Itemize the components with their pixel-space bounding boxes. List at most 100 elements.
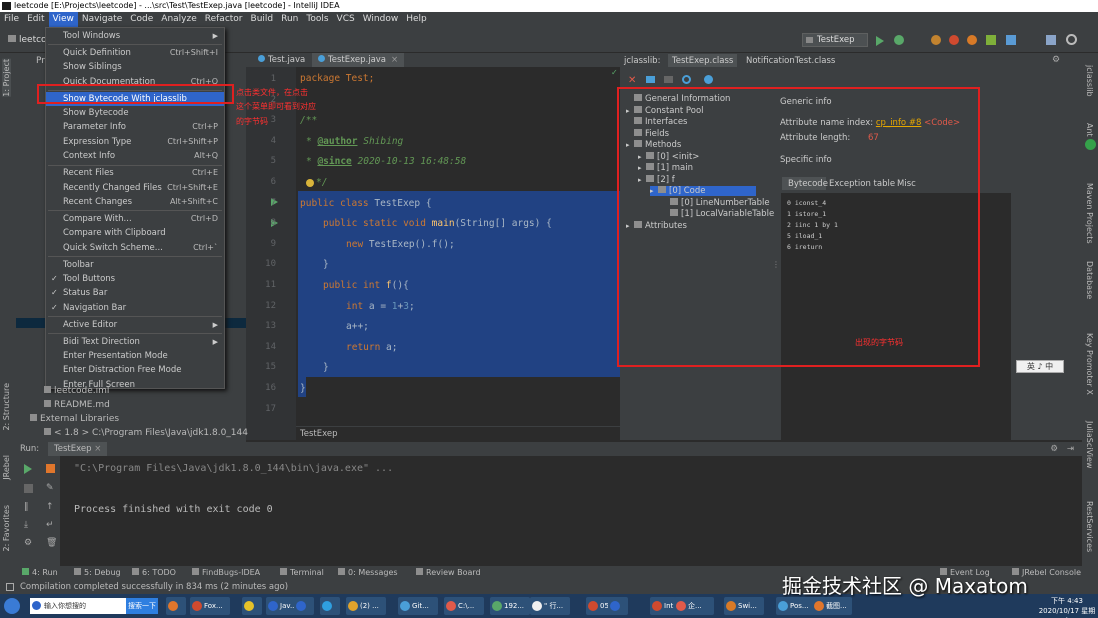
menu-run[interactable]: Run: [277, 12, 302, 27]
view-menu-item-9[interactable]: Recent Files Ctrl+E: [46, 166, 224, 180]
delete-icon[interactable]: 🗑: [46, 538, 57, 548]
ant-tool-button[interactable]: Ant: [1085, 123, 1094, 137]
close-icon[interactable]: ×: [391, 55, 398, 65]
back-icon[interactable]: [646, 76, 655, 83]
view-menu-item-22[interactable]: Enter Distraction Free Mode: [46, 363, 224, 377]
restore-icon[interactable]: ⤓: [24, 520, 28, 530]
breadcrumb[interactable]: TestExep: [296, 426, 620, 440]
wrap-icon[interactable]: ↵: [46, 520, 54, 530]
tab-test-java[interactable]: Test.java: [252, 53, 311, 67]
view-menu-item-12[interactable]: Compare With... Ctrl+D: [46, 212, 224, 226]
menu-file[interactable]: File: [0, 12, 23, 27]
close-icon[interactable]: ×: [94, 444, 101, 454]
view-menu-item-0[interactable]: Tool Windows ▶: [46, 29, 224, 43]
taskbar-item[interactable]: Swi...: [724, 597, 764, 615]
menu-view[interactable]: View: [48, 12, 78, 27]
start-icon[interactable]: [4, 598, 20, 614]
project-tree-item[interactable]: < 1.8 > C:\Program Files\Java\jdk1.8.0_1…: [44, 428, 248, 438]
view-menu-item-21[interactable]: Enter Presentation Mode: [46, 349, 224, 363]
close-icon[interactable]: ✕: [628, 75, 636, 86]
bottom-tab-5[interactable]: 0: Messages: [338, 566, 398, 580]
menu-help[interactable]: Help: [402, 12, 431, 27]
taskbar-item[interactable]: (2) ...: [346, 597, 386, 615]
view-menu-item-13[interactable]: Compare with Clipboard: [46, 226, 224, 240]
ime-widget[interactable]: 英 ♪ 中: [1016, 360, 1064, 373]
julia-tool-button[interactable]: JuliaSciView: [1085, 421, 1094, 468]
jrebel-icon[interactable]: [967, 35, 977, 45]
menu-analyze[interactable]: Analyze: [157, 12, 200, 27]
pause-icon[interactable]: ‖: [24, 502, 29, 512]
menu-build[interactable]: Build: [247, 12, 278, 27]
taskbar-item[interactable]: 截图...: [812, 597, 852, 615]
search-button[interactable]: 搜索一下: [126, 598, 158, 614]
database-tool-button[interactable]: Database: [1085, 261, 1094, 299]
debug-icon[interactable]: [894, 35, 904, 45]
project-nav[interactable]: leetco: [8, 35, 47, 45]
view-menu-item-5[interactable]: Show Bytecode: [46, 106, 224, 120]
pin-icon[interactable]: ✎: [46, 483, 54, 493]
view-menu-item-11[interactable]: Recent Changes Alt+Shift+C: [46, 195, 224, 209]
view-menu-item-18[interactable]: Navigation Bar ✓: [46, 301, 224, 315]
view-menu-item-14[interactable]: Quick Switch Scheme... Ctrl+`: [46, 241, 224, 255]
key-promoter-tool-button[interactable]: Key Promoter X: [1085, 333, 1094, 395]
menu-navigate[interactable]: Navigate: [78, 12, 126, 27]
bottom-tab-6[interactable]: Review Board: [416, 566, 481, 580]
jclasslib-tool-button[interactable]: jclasslib: [1085, 65, 1094, 97]
taskbar-item[interactable]: " 行...: [530, 597, 570, 615]
view-menu-item-17[interactable]: Status Bar ✓: [46, 286, 224, 300]
view-menu-item-16[interactable]: Tool Buttons ✓: [46, 272, 224, 286]
menu-edit[interactable]: Edit: [23, 12, 48, 27]
layout-icon[interactable]: [1046, 35, 1056, 45]
maven-tool-button[interactable]: Maven Projects: [1085, 183, 1094, 244]
stop-icon[interactable]: [24, 484, 33, 493]
taskbar-item[interactable]: [608, 597, 628, 615]
web-icon[interactable]: [704, 75, 713, 84]
taskbar-item[interactable]: Git...: [398, 597, 438, 615]
view-menu-item-19[interactable]: Active Editor ▶: [46, 318, 224, 332]
view-menu-item-8[interactable]: Context Info Alt+Q: [46, 149, 224, 163]
profile-icon[interactable]: [949, 35, 959, 45]
taskbar-item[interactable]: [166, 597, 186, 615]
gear-icon[interactable]: ⚙: [1050, 442, 1058, 456]
jrebel-tool-button[interactable]: JRebel: [2, 455, 11, 480]
scroll-up-icon[interactable]: ↑: [46, 502, 54, 512]
jrebel-rerun-icon[interactable]: [46, 464, 55, 473]
clock[interactable]: 下午 4:43 2020/10/17 星期六: [1036, 596, 1098, 618]
tab-testexep-java[interactable]: TestExep.java ×: [312, 53, 405, 67]
menu-tools[interactable]: Tools: [302, 12, 332, 27]
view-menu-item-1[interactable]: Quick Definition Ctrl+Shift+I: [46, 46, 224, 60]
refresh-icon[interactable]: [682, 75, 691, 84]
taskbar-item[interactable]: 192...: [490, 597, 530, 615]
search-icon[interactable]: [1066, 34, 1077, 45]
structure-tool-button[interactable]: 2: Structure: [2, 383, 11, 431]
taskbar-item[interactable]: [242, 597, 262, 615]
favorites-tool-button[interactable]: 2: Favorites: [2, 505, 11, 551]
project-tree-item[interactable]: README.md: [44, 400, 110, 410]
bottom-tab-3[interactable]: FindBugs-IDEA: [192, 566, 260, 580]
settings-icon[interactable]: ⚙: [24, 538, 32, 548]
taskbar-item[interactable]: Fox...: [190, 597, 230, 615]
menu-refactor[interactable]: Refactor: [201, 12, 247, 27]
bottom-tab-0[interactable]: 4: Run: [22, 566, 58, 580]
menu-vcs[interactable]: VCS: [333, 12, 359, 27]
hide-icon[interactable]: ⇥: [1067, 442, 1074, 456]
taskbar-item[interactable]: 企...: [674, 597, 714, 615]
view-menu-item-20[interactable]: Bidi Text Direction ▶: [46, 335, 224, 349]
bottom-tab-1[interactable]: 5: Debug: [74, 566, 121, 580]
run-icon[interactable]: [876, 36, 884, 46]
menu-window[interactable]: Window: [359, 12, 403, 27]
build-icon[interactable]: [986, 35, 996, 45]
update-icon[interactable]: [1006, 35, 1016, 45]
menu-code[interactable]: Code: [126, 12, 157, 27]
gear-icon[interactable]: ⚙: [1052, 55, 1060, 65]
lightbulb-icon[interactable]: [306, 179, 314, 187]
rerun-icon[interactable]: [24, 464, 32, 474]
project-tool-button[interactable]: 1: Project: [2, 59, 11, 97]
project-tree-item[interactable]: leetcode.iml: [44, 386, 109, 396]
forward-icon[interactable]: [664, 76, 673, 83]
bottom-tab-2[interactable]: 6: TODO: [132, 566, 176, 580]
search-input[interactable]: 输入你想搜的: [30, 598, 126, 614]
coverage-icon[interactable]: [931, 35, 941, 45]
taskbar-item[interactable]: Pos...: [776, 597, 816, 615]
view-menu-item-15[interactable]: Toolbar: [46, 258, 224, 272]
